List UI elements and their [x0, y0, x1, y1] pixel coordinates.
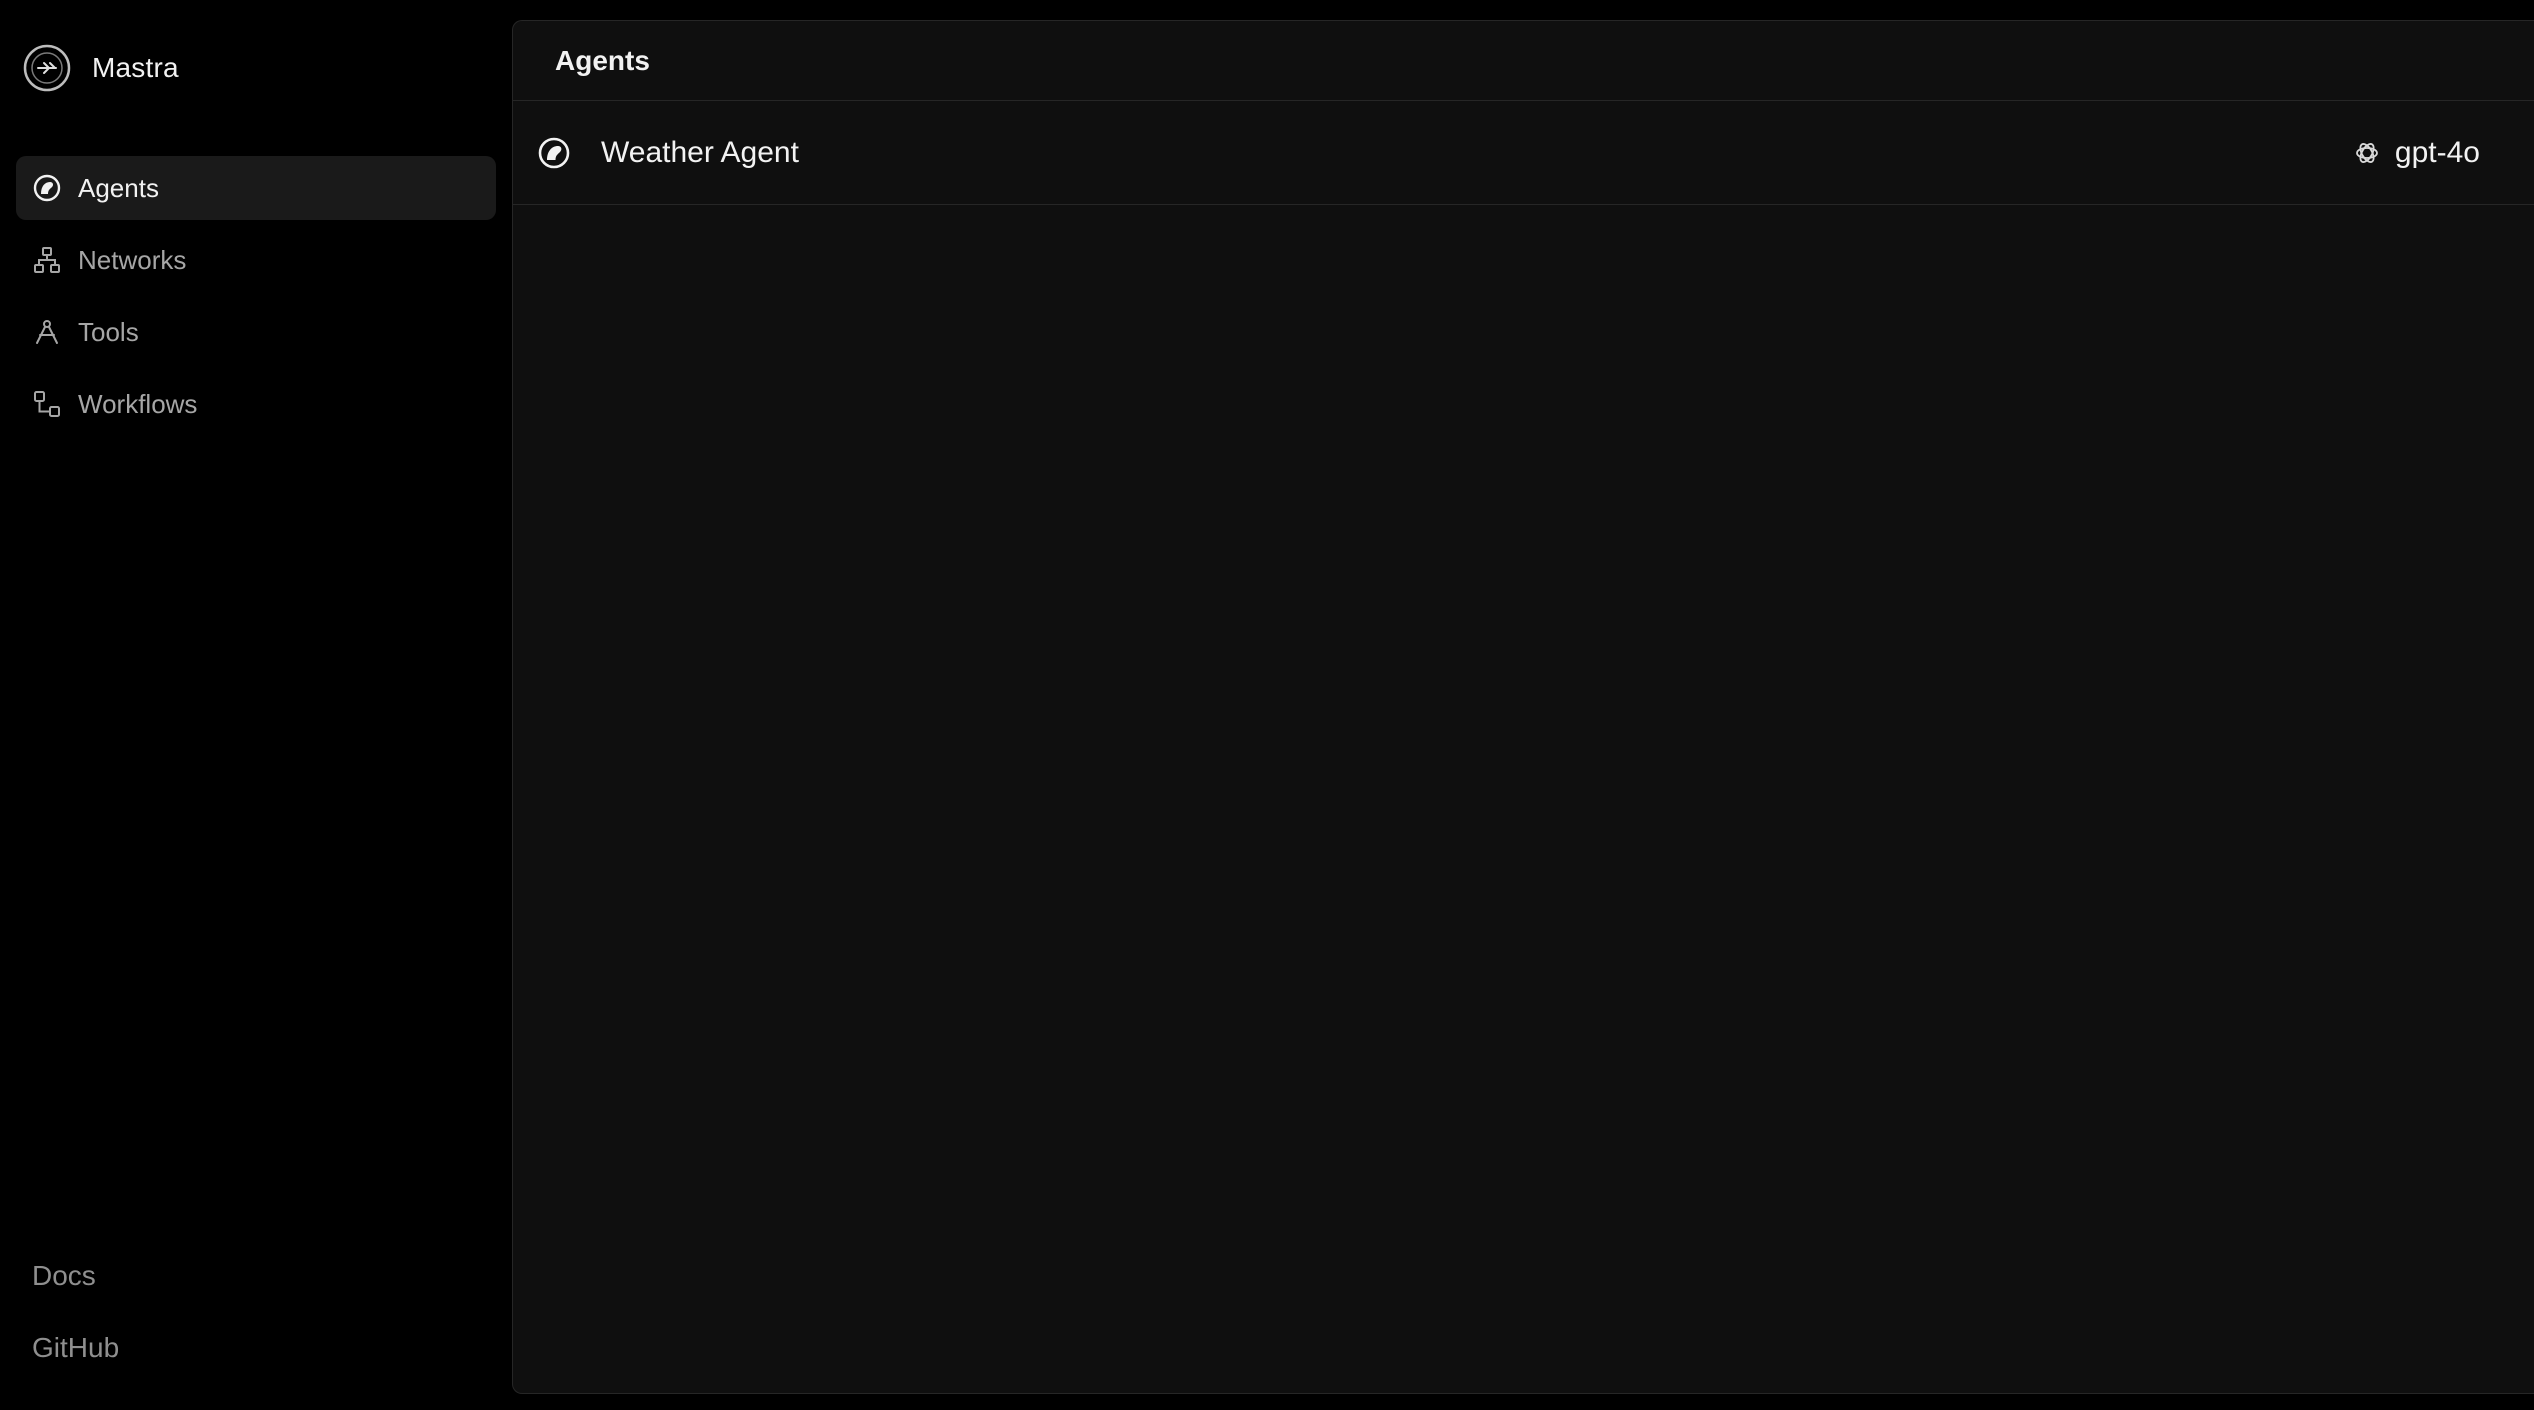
network-icon	[34, 247, 60, 273]
page-title: Agents	[555, 44, 650, 76]
main-panel: Agents Weather Agent gpt-4o	[512, 20, 2534, 1394]
sidebar: Mastra Agents Networks Tools Workflows D…	[0, 0, 512, 1410]
sidebar-item-label: Agents	[78, 172, 159, 203]
openai-icon	[2356, 142, 2378, 163]
mastra-logo-icon	[23, 44, 71, 92]
sidebar-item-workflows[interactable]: Workflows	[16, 372, 496, 436]
brand[interactable]: Mastra	[22, 42, 179, 94]
agent-name: Weather Agent	[601, 135, 799, 169]
agent-row-weather-agent[interactable]: Weather Agent gpt-4o	[513, 101, 2534, 205]
sidebar-item-label: Tools	[78, 316, 139, 347]
sidebar-footer: Docs GitHub	[32, 1260, 119, 1364]
model-name: gpt-4o	[2394, 135, 2480, 169]
agent-icon	[538, 137, 570, 168]
sidebar-item-tools[interactable]: Tools	[16, 300, 496, 364]
tool-icon	[36, 320, 58, 344]
docs-link[interactable]: Docs	[32, 1260, 119, 1292]
github-link[interactable]: GitHub	[32, 1332, 119, 1364]
workflow-icon	[34, 391, 60, 417]
sidebar-item-label: Workflows	[78, 388, 198, 419]
sidebar-item-label: Networks	[78, 244, 187, 275]
sidebar-item-networks[interactable]: Networks	[16, 228, 496, 292]
brand-name: Mastra	[92, 52, 179, 83]
sidebar-item-agents[interactable]: Agents	[16, 156, 496, 220]
agent-icon	[33, 174, 61, 202]
app-window: Mastra Agents Networks Tools Workflows D…	[0, 0, 2534, 1410]
agent-model: gpt-4o	[2353, 136, 2480, 170]
sidebar-nav: Agents Networks Tools Workflows	[16, 156, 496, 444]
main-header: Agents	[513, 21, 2534, 101]
